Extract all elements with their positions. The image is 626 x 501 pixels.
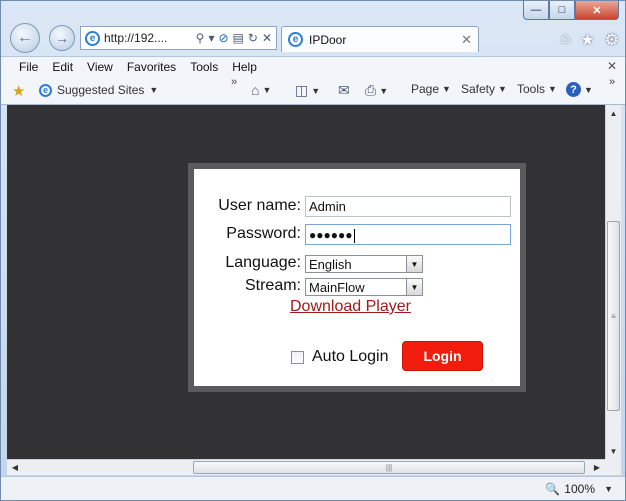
download-player-link[interactable]: Download Player bbox=[290, 298, 411, 316]
home-icon: ⌂ bbox=[251, 82, 260, 98]
stream-label: Stream: bbox=[244, 277, 301, 294]
chevron-down-icon: ▼ bbox=[548, 84, 557, 94]
status-bar: 🔍 100% ▼ bbox=[1, 476, 625, 500]
zoom-icon: 🔍 bbox=[545, 482, 561, 496]
language-select[interactable]: English ▼ bbox=[305, 255, 423, 273]
mail-command[interactable]: ✉ bbox=[338, 82, 350, 99]
auto-login-checkbox[interactable] bbox=[291, 351, 304, 364]
tools-menu-label: Tools bbox=[517, 82, 546, 96]
username-label: User name: bbox=[218, 197, 301, 214]
tab-ie-icon: e bbox=[288, 32, 303, 47]
maximize-button[interactable]: □ bbox=[549, 1, 575, 20]
horizontal-scrollbar[interactable]: ◀ ||| ▶ bbox=[7, 459, 605, 475]
tools-menu[interactable]: Tools ▼ bbox=[517, 82, 557, 96]
text-caret bbox=[353, 228, 355, 243]
safety-menu[interactable]: Safety ▼ bbox=[461, 82, 507, 96]
chevron-down-icon: ▼ bbox=[442, 84, 451, 94]
tab-close-icon[interactable]: ✕ bbox=[461, 32, 472, 48]
suggested-sites-icon: e bbox=[39, 83, 52, 97]
login-panel: User name: Admin Password: ●●●●●● Langua… bbox=[188, 163, 526, 392]
chevron-down-icon: ▼ bbox=[584, 84, 593, 95]
mail-icon: ✉ bbox=[338, 82, 350, 98]
window-controls: — □ ✕ bbox=[523, 1, 619, 20]
refresh-icon[interactable]: ↻ bbox=[248, 31, 258, 45]
suggested-sites[interactable]: e Suggested Sites ▼ bbox=[39, 83, 158, 97]
safety-menu-label: Safety bbox=[461, 82, 496, 96]
menu-favorites[interactable]: Favorites bbox=[120, 60, 183, 74]
language-value: English bbox=[309, 256, 352, 272]
rss-icon: ◫ bbox=[295, 82, 309, 98]
password-value: ●●●●●● bbox=[309, 228, 353, 242]
help-menu[interactable]: ? ▼ bbox=[566, 82, 593, 97]
horizontal-scroll-thumb[interactable]: ||| bbox=[193, 461, 585, 474]
auto-login-label[interactable]: Auto Login bbox=[312, 348, 389, 366]
zoom-control[interactable]: 🔍 100% bbox=[545, 482, 595, 496]
address-bar[interactable]: e http://192.... ⚲ ▾ ⊘ ▤ ↻ ✕ bbox=[80, 26, 277, 50]
chevron-down-icon: ▼ bbox=[262, 85, 272, 95]
password-label: Password: bbox=[226, 225, 301, 242]
scroll-down-icon[interactable]: ▼ bbox=[606, 443, 621, 459]
back-button[interactable]: ← bbox=[10, 23, 40, 53]
chevron-down-icon: ▼ bbox=[311, 85, 321, 96]
chevron-down-icon: ▼ bbox=[149, 85, 159, 95]
menu-file[interactable]: File bbox=[12, 60, 45, 74]
tab-ipdoor[interactable]: e IPDoor ✕ bbox=[281, 26, 479, 52]
close-window-button[interactable]: ✕ bbox=[575, 1, 619, 20]
minimize-button[interactable]: — bbox=[523, 1, 549, 20]
overflow-chevron-icon[interactable]: » bbox=[231, 76, 237, 88]
home-icon[interactable]: ⌂ bbox=[561, 30, 571, 50]
password-input[interactable]: ●●●●●● bbox=[305, 224, 511, 245]
username-input[interactable]: Admin bbox=[305, 196, 511, 217]
stop-icon[interactable]: ⊘ bbox=[218, 31, 228, 45]
suggested-sites-label: Suggested Sites bbox=[57, 83, 145, 97]
favorites-star-icon[interactable]: ★ bbox=[580, 30, 594, 50]
scroll-up-icon[interactable]: ▲ bbox=[606, 105, 621, 121]
scrollbar-corner bbox=[605, 459, 621, 475]
chevron-down-icon[interactable]: ▼ bbox=[604, 484, 613, 494]
home-command[interactable]: ⌂ ▼ bbox=[251, 82, 271, 98]
print-command[interactable]: ⎙ ▼ bbox=[365, 82, 388, 99]
language-label: Language: bbox=[225, 254, 301, 271]
ie-logo-icon: e bbox=[85, 30, 100, 46]
browser-right-icons: ⌂ ★ ⚙ bbox=[561, 30, 619, 50]
zoom-level: 100% bbox=[564, 482, 595, 496]
favorites-icon[interactable]: ★ bbox=[12, 82, 25, 100]
feeds-command[interactable]: ◫ ▼ bbox=[295, 82, 320, 99]
dropdown-icon[interactable]: ▾ bbox=[208, 31, 214, 45]
address-text[interactable]: http://192.... bbox=[104, 31, 192, 45]
login-button[interactable]: Login bbox=[402, 341, 483, 371]
chevron-down-icon: ▼ bbox=[379, 85, 389, 96]
login-form: User name: Admin Password: ●●●●●● Langua… bbox=[194, 169, 520, 386]
help-icon: ? bbox=[566, 82, 581, 97]
close-icon[interactable]: ✕ bbox=[262, 31, 272, 45]
chevron-down-icon: ▼ bbox=[406, 256, 422, 272]
stream-select[interactable]: MainFlow ▼ bbox=[305, 278, 423, 296]
overflow-chevron-icon[interactable]: » bbox=[609, 76, 615, 88]
menu-bar-close-icon[interactable]: ✕ bbox=[607, 59, 617, 73]
chevron-down-icon: ▼ bbox=[498, 84, 507, 94]
scroll-left-icon[interactable]: ◀ bbox=[7, 460, 23, 475]
menu-edit[interactable]: Edit bbox=[45, 60, 80, 74]
browser-window: — □ ✕ ← → e http://192.... ⚲ ▾ ⊘ ▤ ↻ ✕ e… bbox=[0, 0, 626, 501]
page-menu-label: Page bbox=[411, 82, 440, 96]
chevron-down-icon: ▼ bbox=[406, 279, 422, 295]
forward-button[interactable]: → bbox=[49, 25, 75, 51]
tab-title: IPDoor bbox=[309, 32, 347, 47]
printer-icon: ⎙ bbox=[365, 82, 377, 98]
menu-bar: File Edit View Favorites Tools Help ✕ bbox=[1, 56, 625, 76]
navigation-bar: ← → e http://192.... ⚲ ▾ ⊘ ▤ ↻ ✕ e IPDoo… bbox=[1, 20, 626, 56]
menu-view[interactable]: View bbox=[80, 60, 120, 74]
gear-icon[interactable]: ⚙ bbox=[605, 30, 619, 50]
scroll-right-icon[interactable]: ▶ bbox=[589, 460, 605, 475]
vertical-scrollbar[interactable]: ▲ ≡ ▼ bbox=[605, 105, 621, 459]
command-bar: ★ e Suggested Sites ▼ » ⌂ ▼ ◫ ▼ ✉ ⎙ ▼ Pa… bbox=[1, 76, 625, 105]
page-content: User name: Admin Password: ●●●●●● Langua… bbox=[7, 105, 605, 459]
compatibility-icon[interactable]: ▤ bbox=[233, 31, 244, 45]
menu-help[interactable]: Help bbox=[225, 60, 264, 74]
page-menu[interactable]: Page ▼ bbox=[411, 82, 451, 96]
vertical-scroll-thumb[interactable]: ≡ bbox=[607, 221, 620, 411]
stream-value: MainFlow bbox=[309, 279, 365, 295]
search-icon[interactable]: ⚲ bbox=[196, 31, 205, 45]
menu-tools[interactable]: Tools bbox=[183, 60, 225, 74]
